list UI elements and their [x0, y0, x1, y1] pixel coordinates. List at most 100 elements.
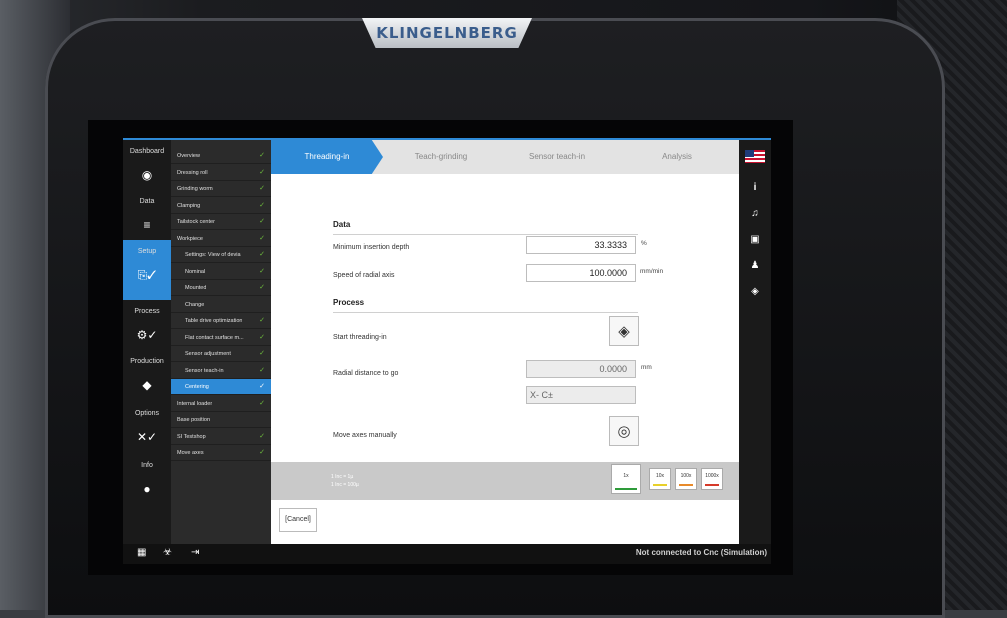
nav-item-info[interactable]: Info ● [123, 454, 171, 510]
check-icon: ✓ [259, 218, 265, 225]
clipboard-icon[interactable]: ▣ [739, 234, 771, 245]
device-photo: KLINGELNBERG Dashboard ◉ Data ≡ Setup ⎘✓… [0, 0, 1007, 618]
handwheel-icon: ◎ [617, 423, 631, 440]
subnav-item[interactable]: Tailstock center ✓ [171, 214, 271, 230]
section-process-heading: Process [333, 298, 365, 307]
subnav-item[interactable]: Internal loader ✓ [171, 396, 271, 412]
logout-icon[interactable]: ⇥ [191, 547, 199, 558]
axes-field: X- C± [526, 386, 636, 404]
subnav-item[interactable]: Clamping ✓ [171, 198, 271, 214]
subnav-item-label: Grinding worm [177, 186, 213, 192]
nav-item-process[interactable]: Process ⚙✓ [123, 300, 171, 356]
increment-bar: 1 Inc = 1µ 1 Inc = 100µ 1x 10x 100x 1000… [271, 462, 739, 500]
nav-item-production[interactable]: Production ◆ [123, 350, 171, 406]
radial-speed-label: Speed of radial axis [333, 272, 395, 279]
bell-icon[interactable]: ♫ [739, 208, 771, 219]
subnav-item[interactable]: Grinding worm ✓ [171, 181, 271, 197]
subnav-item[interactable]: Change [171, 297, 271, 313]
speed-1x-button[interactable]: 1x [611, 464, 641, 494]
min-insertion-label: Minimum insertion depth [333, 244, 410, 251]
subnav-item-label: Flat contact surface m... [185, 334, 244, 341]
subnav-item[interactable]: Sensor adjustment ✓ [171, 346, 271, 362]
check-icon: ✓ [259, 201, 265, 209]
subnav-item-label: Nominal [185, 268, 206, 275]
subnav-item-label: Clamping [177, 202, 201, 209]
subnav-item-label: Sensor adjustment [185, 351, 231, 357]
tab-analysis[interactable]: Analysis [615, 140, 739, 174]
subnav-item-label: Centering [185, 384, 209, 390]
move-axes-label: Move axes manually [333, 432, 397, 439]
subnav-item-label: Internal loader [177, 400, 213, 407]
speed-indicator [615, 488, 637, 490]
subnav-item-label: Settings: View of devia [185, 252, 241, 258]
subnav-item[interactable]: Table drive optimization ✓ [171, 313, 271, 329]
start-threading-label: Start threading-in [333, 334, 387, 341]
speed-10x-button[interactable]: 10x [649, 468, 671, 490]
check-icon: ✓ [259, 152, 265, 159]
divider [333, 312, 638, 313]
status-bar: ▦ ☣ ⇥ Not connected to Cnc (Simulation) [123, 544, 771, 564]
production-icon: ◆ [142, 378, 152, 392]
tab-sensor-teach-in[interactable]: Sensor teach-in [499, 140, 615, 174]
subnav-item[interactable]: Base position [171, 412, 271, 428]
tab-teach-grinding[interactable]: Teach-grinding [383, 140, 499, 174]
biohazard-icon[interactable]: ☣ [163, 547, 172, 558]
check-icon: ✓ [259, 333, 265, 341]
nav-item-options[interactable]: Options ✕✓ [123, 402, 171, 458]
radial-speed-unit: mm/min [640, 268, 664, 275]
subnav-item-label: Tailstock center [177, 219, 215, 225]
subnav-item-label: SI Testshop [177, 433, 206, 440]
tab-threading-in[interactable]: Threading-in [271, 140, 383, 174]
speed-100x-button[interactable]: 100x [675, 468, 697, 490]
cycle-start-icon: ◈ [618, 323, 630, 340]
subnav-item[interactable]: Settings: View of devia ✓ [171, 247, 271, 263]
radial-speed-field[interactable]: 100.0000 [526, 264, 636, 282]
hmi-screen: Dashboard ◉ Data ≡ Setup ⎘✓ Process ⚙✓ P… [123, 138, 771, 564]
move-axes-button[interactable]: ◎ [609, 416, 639, 446]
check-icon: ✓ [259, 185, 265, 192]
tools-icon: ✕✓ [136, 430, 158, 444]
subnav-item-label: Dressing roll [177, 169, 208, 176]
user-icon[interactable]: ♟ [739, 260, 771, 271]
subnav-item[interactable]: Workpiece ✓ [171, 231, 271, 247]
subnav-item-label: Workpiece [177, 235, 203, 242]
speed-1000x-button[interactable]: 1000x [701, 468, 723, 490]
start-threading-button[interactable]: ◈ [609, 316, 639, 346]
subnav-item[interactable]: Dressing roll ✓ [171, 165, 271, 181]
cancel-button[interactable]: [Cancel] [279, 508, 317, 532]
subnav-item-label: Move axes [177, 450, 204, 456]
check-icon: ✓ [259, 399, 265, 407]
info-icon[interactable]: i [739, 182, 771, 193]
data-icon: ≡ [143, 218, 151, 232]
check-icon: ✓ [259, 449, 265, 456]
us-flag-icon[interactable] [745, 150, 765, 163]
setup-subnav: Overview ✓ Dressing roll ✓ Grinding worm ✓ Cla… [171, 140, 271, 544]
subnav-item[interactable]: Overview ✓ [171, 148, 271, 164]
subnav-item-label: Sensor teach-in [185, 367, 224, 374]
subnav-item[interactable]: SI Testshop ✓ [171, 429, 271, 445]
subnav-item-label: Base position [177, 417, 211, 423]
subnav-item[interactable]: Move axes ✓ [171, 445, 271, 461]
printer-icon[interactable]: ▦ [137, 547, 146, 558]
nav-item-setup[interactable]: Setup ⎘✓ [123, 240, 171, 300]
min-insertion-field[interactable]: 33.3333 [526, 236, 636, 254]
step-tabs: Threading-in Teach-grinding Sensor teach… [271, 140, 739, 174]
nav-item-dashboard[interactable]: Dashboard ◉ [123, 140, 171, 196]
main-panel: Threading-in Teach-grinding Sensor teach… [271, 140, 739, 544]
brand-logo: KLINGELNBERG [362, 18, 532, 48]
target-icon[interactable]: ◈ [739, 286, 771, 297]
check-icon: ✓ [259, 383, 265, 390]
nav-item-data[interactable]: Data ≡ [123, 190, 171, 246]
check-icon: ✓ [259, 234, 265, 242]
check-icon: ✓ [259, 267, 265, 275]
subnav-item-label: Change [185, 301, 205, 308]
subnav-item[interactable]: Flat contact surface m... ✓ [171, 330, 271, 346]
subnav-item[interactable]: Mounted ✓ [171, 280, 271, 296]
subnav-item-label: Table drive optimization [185, 318, 243, 324]
subnav-item[interactable]: Centering ✓ [171, 379, 271, 395]
radial-distance-label: Radial distance to go [333, 370, 399, 377]
subnav-item[interactable]: Nominal ✓ [171, 264, 271, 280]
divider [333, 234, 638, 235]
speed-indicator [705, 484, 719, 486]
subnav-item[interactable]: Sensor teach-in ✓ [171, 363, 271, 379]
